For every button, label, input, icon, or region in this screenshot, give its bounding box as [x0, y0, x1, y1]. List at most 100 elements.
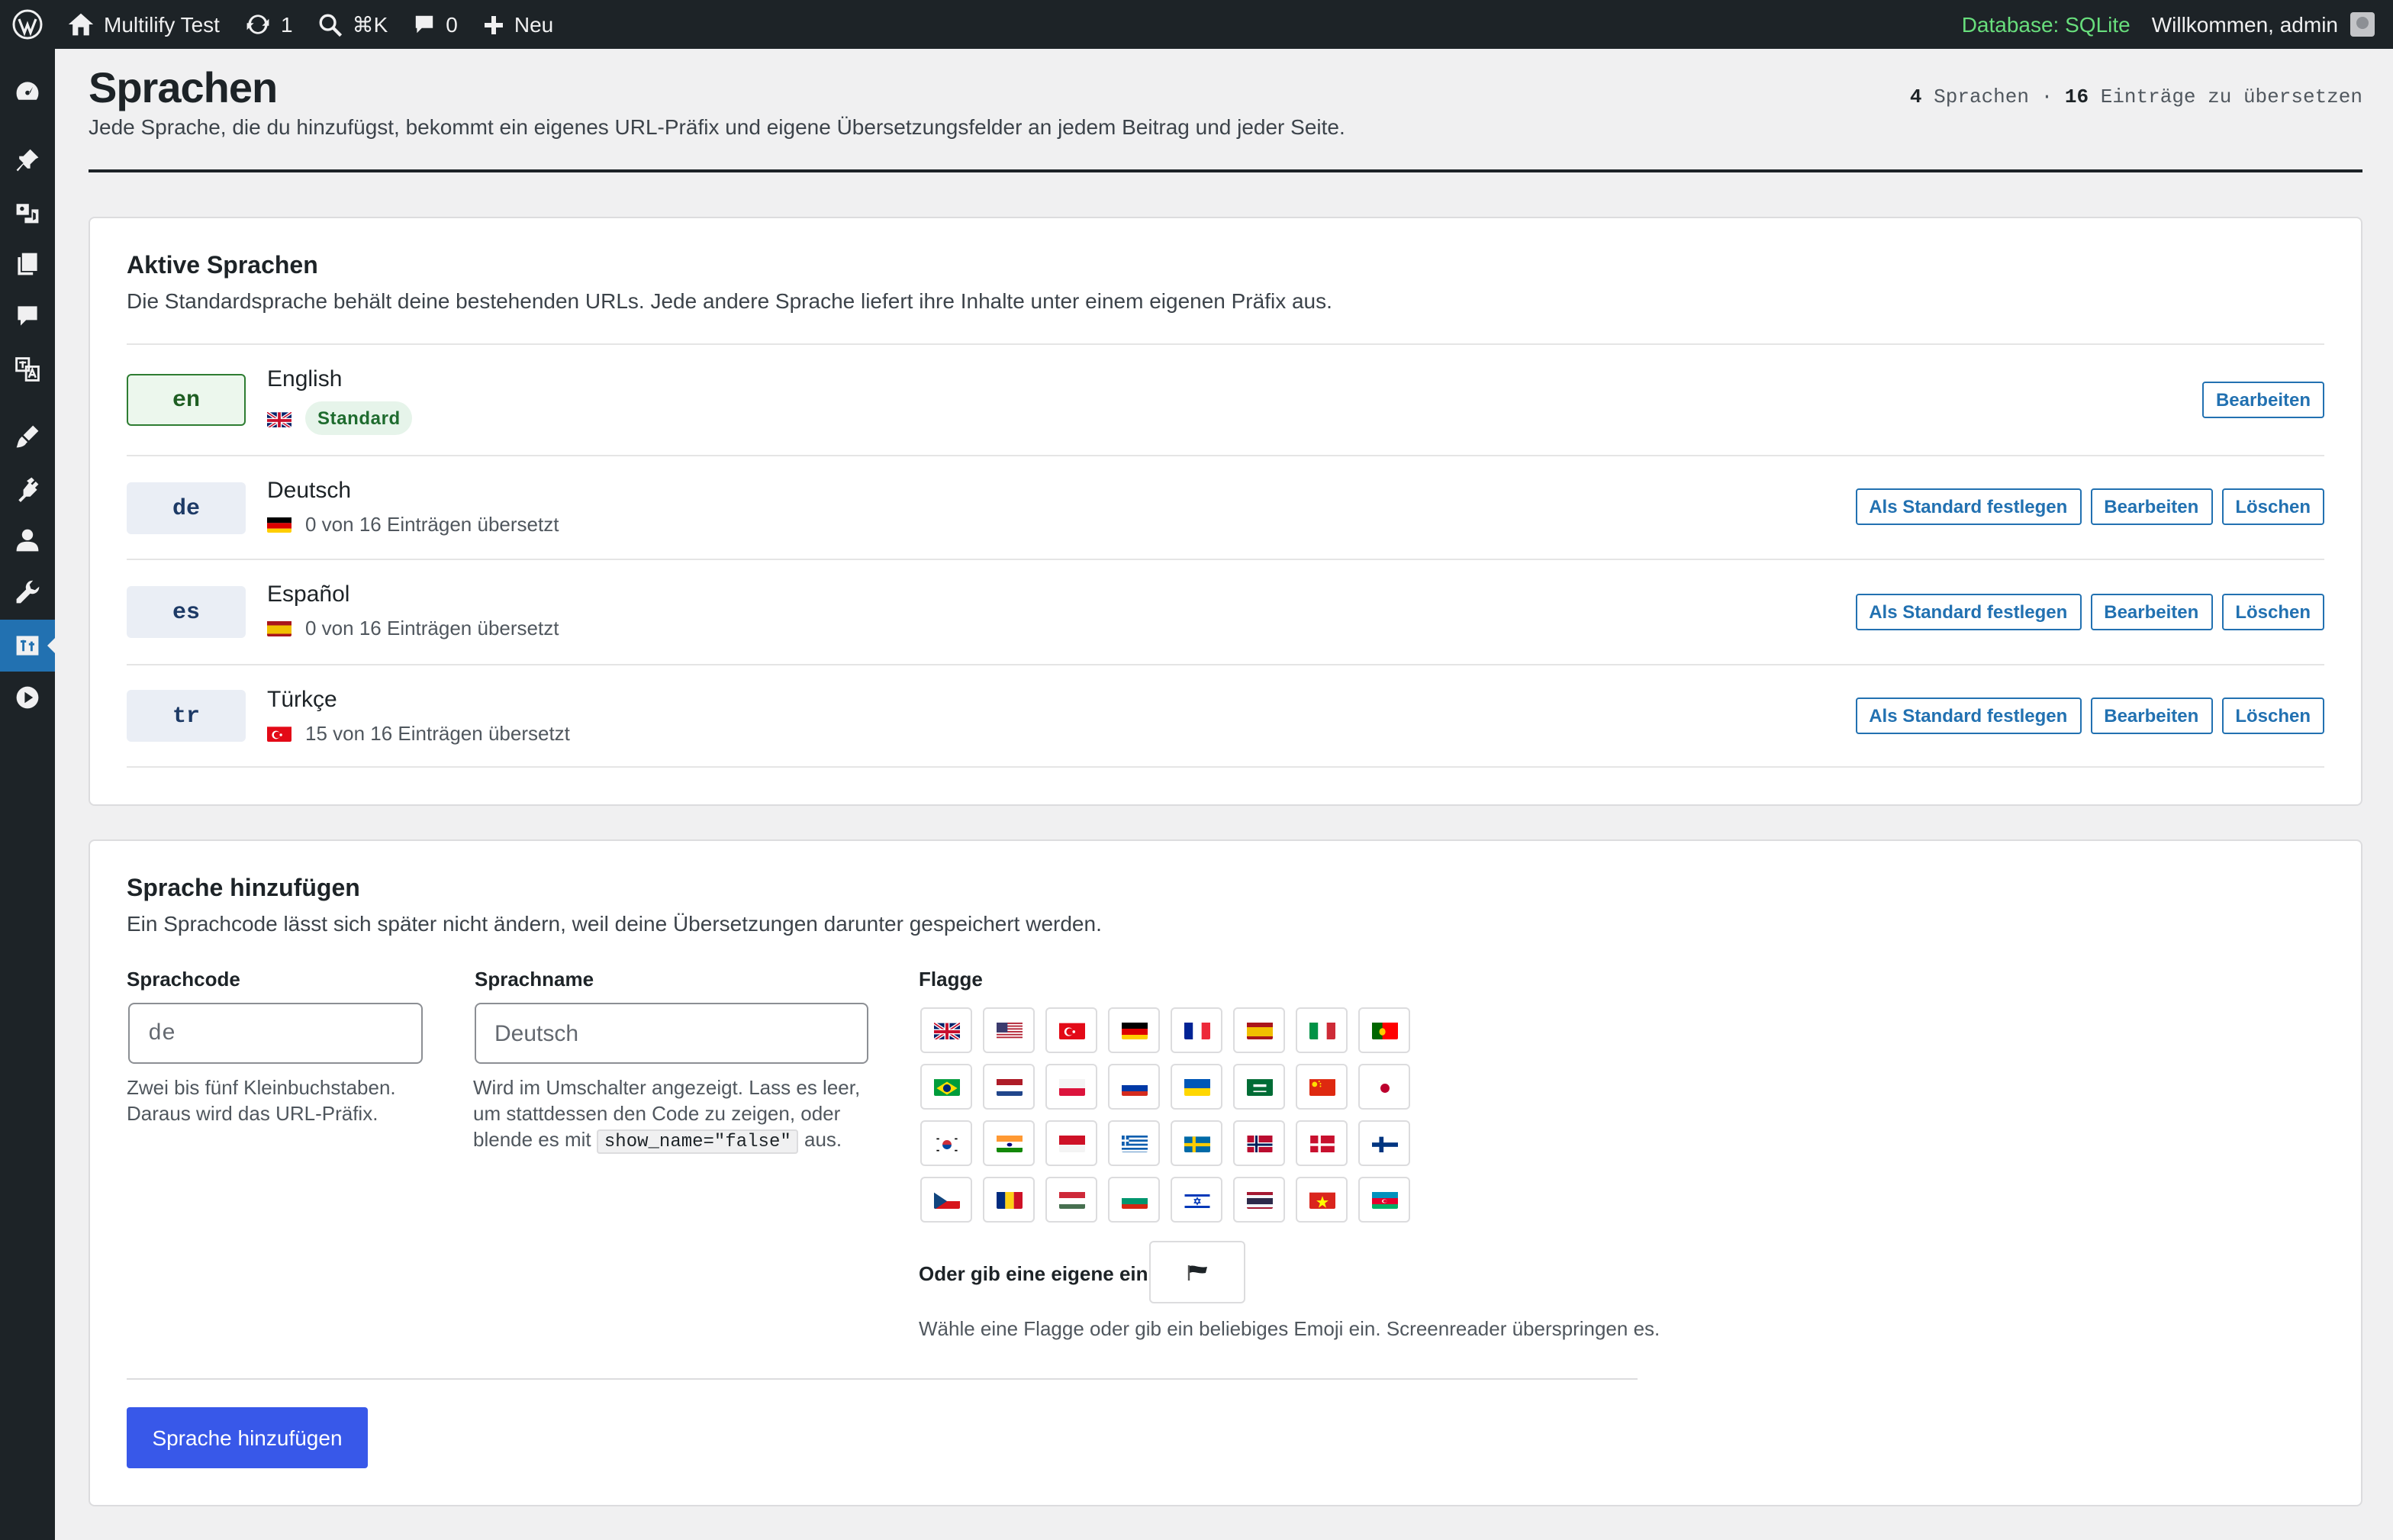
add-language-card: Sprache hinzufügen Ein Sprachcode lässt … [89, 839, 2362, 1506]
flag-option-no[interactable] [1233, 1120, 1285, 1166]
help-text: blende es mit [473, 1128, 591, 1151]
language-name: Español [267, 582, 350, 607]
help-line: um stattdessen den Code zu zeigen, oder [473, 1102, 841, 1125]
flag-option-es[interactable] [1233, 1007, 1285, 1053]
search-shortcut[interactable]: ⌘K [305, 0, 401, 49]
pages-menu-item[interactable] [0, 238, 55, 290]
custom-flag-input[interactable] [1149, 1241, 1245, 1303]
delete-button[interactable]: Löschen [2221, 698, 2324, 734]
plugins-menu-item[interactable] [0, 462, 55, 514]
translate-menu-item[interactable] [0, 343, 55, 395]
edit-button[interactable]: Bearbeiten [2201, 382, 2324, 418]
edit-button[interactable]: Bearbeiten [2090, 488, 2213, 525]
edit-button[interactable]: Bearbeiten [2090, 594, 2213, 630]
flag-option-id[interactable] [1045, 1120, 1097, 1166]
flag-option-gr[interactable] [1108, 1120, 1160, 1166]
wordpress-logo-button[interactable] [0, 0, 55, 49]
flag-il-icon [1184, 1190, 1209, 1209]
pin-icon [16, 149, 39, 172]
flag-option-dk[interactable] [1296, 1120, 1348, 1166]
updates-link[interactable]: 1 [232, 0, 305, 49]
flag-option-il[interactable] [1171, 1177, 1222, 1223]
flag-option-hu[interactable] [1045, 1177, 1097, 1223]
set-default-button[interactable]: Als Standard festlegen [1855, 698, 2082, 734]
language-name: Deutsch [267, 478, 352, 504]
delete-button[interactable]: Löschen [2221, 488, 2324, 525]
play-icon [16, 686, 39, 709]
delete-button[interactable]: Löschen [2221, 594, 2324, 630]
page-title: Sprachen [89, 64, 278, 111]
flag-option-fi[interactable] [1358, 1120, 1410, 1166]
flag-option-pt[interactable] [1358, 1007, 1410, 1053]
language-actions: Als Standard festlegen Bearbeiten Lösche… [1855, 488, 2324, 525]
language-meta: Standard [267, 401, 413, 435]
flag-es-icon [1246, 1021, 1272, 1039]
flag-option-us[interactable] [983, 1007, 1035, 1053]
flag-es-icon [267, 620, 291, 636]
language-row-de: de Deutsch 0 von 16 Einträgen übersetzt … [127, 455, 2324, 559]
add-language-button[interactable]: Sprache hinzufügen [127, 1407, 368, 1468]
custom-flag-label: Oder gib eine eigene ein [919, 1262, 1148, 1285]
flag-nl-icon [996, 1078, 1022, 1096]
flag-se-icon [1184, 1134, 1209, 1152]
flag-kr-icon [933, 1134, 959, 1152]
flag-option-ru[interactable] [1108, 1064, 1160, 1110]
comments-menu-item[interactable] [0, 290, 55, 342]
help-line: blende es mit show_name="false" aus. [473, 1126, 860, 1155]
flag-option-vn[interactable] [1296, 1177, 1348, 1223]
language-meta: 15 von 16 Einträgen übersetzt [267, 722, 570, 745]
flag-option-ro[interactable] [983, 1177, 1035, 1223]
flag-cn-icon [1309, 1078, 1335, 1096]
media-player-menu-item[interactable] [0, 672, 55, 723]
flag-option-ua[interactable] [1171, 1064, 1222, 1110]
flag-label: Flagge [919, 968, 983, 991]
language-code-help: Zwei bis fünf Kleinbuchstaben. Daraus wi… [127, 1074, 396, 1126]
translation-progress: 15 von 16 Einträgen übersetzt [305, 722, 570, 745]
flag-option-az[interactable] [1358, 1177, 1410, 1223]
flag-option-kr[interactable] [920, 1120, 972, 1166]
comments-link[interactable]: 0 [400, 0, 470, 49]
stats-separator: · [2040, 85, 2053, 108]
flag-option-bg[interactable] [1108, 1177, 1160, 1223]
edit-button[interactable]: Bearbeiten [2090, 698, 2213, 734]
set-default-button[interactable]: Als Standard festlegen [1855, 488, 2082, 525]
language-meta: 0 von 16 Einträgen übersetzt [267, 513, 559, 536]
flag-option-de[interactable] [1108, 1007, 1160, 1053]
account-menu[interactable]: Willkommen, admin [2143, 12, 2393, 37]
dashboard-menu-item[interactable] [0, 66, 55, 118]
flag-option-pl[interactable] [1045, 1064, 1097, 1110]
flag-help: Wähle eine Flagge oder gib ein beliebige… [919, 1317, 1660, 1340]
flag-option-nl[interactable] [983, 1064, 1035, 1110]
site-name-link[interactable]: Multilify Test [55, 0, 232, 49]
updates-count: 1 [280, 12, 293, 37]
flag-option-th[interactable] [1233, 1177, 1285, 1223]
flag-th-icon [1246, 1190, 1272, 1209]
set-default-button[interactable]: Als Standard festlegen [1855, 594, 2082, 630]
media-menu-item[interactable] [0, 186, 55, 238]
flag-option-jp[interactable] [1358, 1064, 1410, 1110]
languages-count-label: Sprachen [1934, 85, 2029, 108]
new-content-link[interactable]: Neu [470, 0, 565, 49]
language-code-badge: de [127, 482, 246, 534]
flag-option-tr[interactable] [1045, 1007, 1097, 1053]
tools-menu-item[interactable] [0, 566, 55, 618]
flag-option-cn[interactable] [1296, 1064, 1348, 1110]
language-code-input[interactable]: de [128, 1003, 423, 1064]
flag-option-sa[interactable] [1233, 1064, 1285, 1110]
flag-option-br[interactable] [920, 1064, 972, 1110]
flag-de-icon [267, 516, 291, 533]
flag-option-in[interactable] [983, 1120, 1035, 1166]
flag-option-fr[interactable] [1171, 1007, 1222, 1053]
flag-gb-icon [267, 410, 291, 427]
flag-option-it[interactable] [1296, 1007, 1348, 1053]
posts-menu-item[interactable] [0, 134, 55, 186]
users-menu-item[interactable] [0, 514, 55, 566]
comments-count: 0 [446, 12, 458, 37]
flag-option-gb[interactable] [920, 1007, 972, 1053]
flag-in-icon [996, 1134, 1022, 1152]
flag-option-se[interactable] [1171, 1120, 1222, 1166]
language-name-input[interactable]: Deutsch [475, 1003, 868, 1064]
appearance-menu-item[interactable] [0, 411, 55, 462]
flag-option-cz[interactable] [920, 1177, 972, 1223]
languages-menu-item[interactable] [0, 620, 56, 672]
